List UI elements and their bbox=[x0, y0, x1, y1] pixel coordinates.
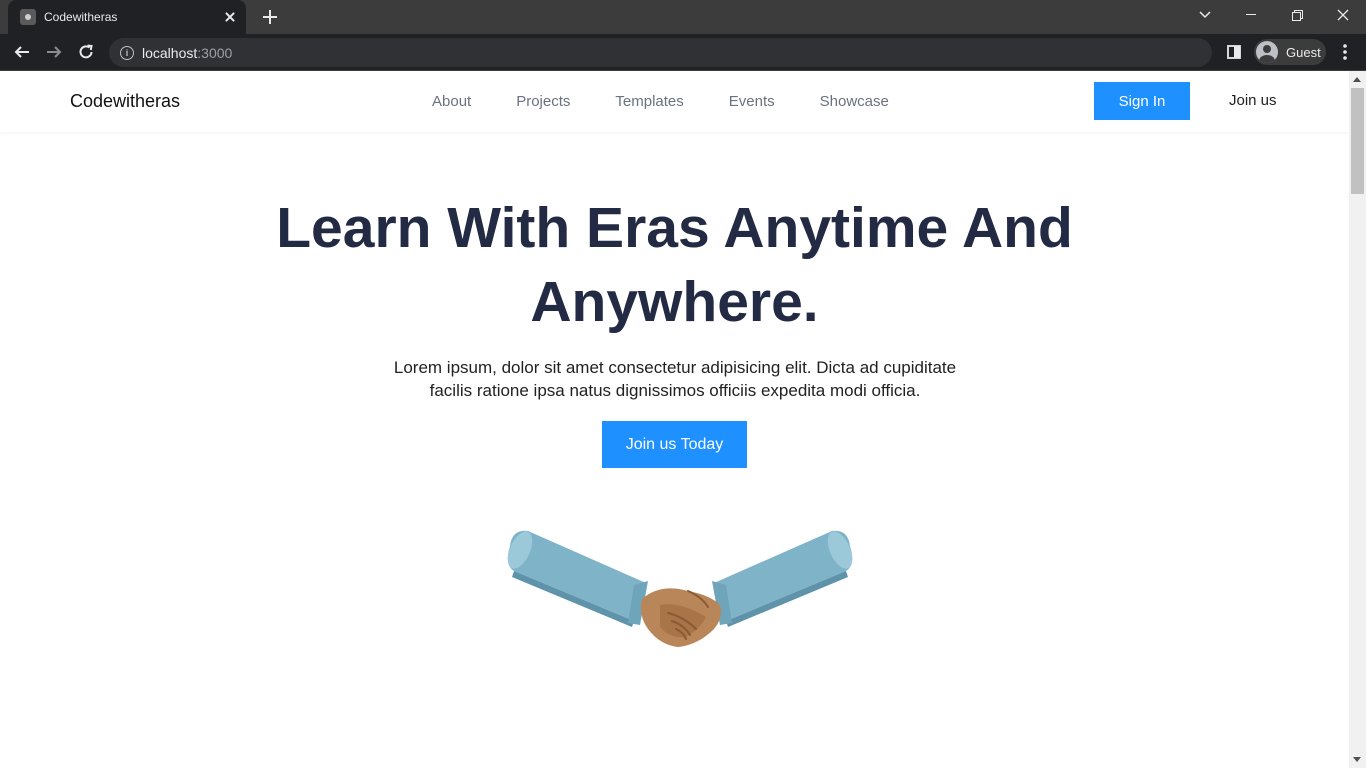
scrollbar-thumb[interactable] bbox=[1351, 88, 1364, 194]
scroll-down-arrow-icon[interactable] bbox=[1353, 757, 1361, 762]
nav-link-events[interactable]: Events bbox=[729, 93, 775, 110]
brand-logo-text[interactable]: Codewitheras bbox=[70, 91, 180, 112]
hero-title-line2: Anywhere. bbox=[530, 270, 819, 334]
nav-links: About Projects Templates Events Showcase bbox=[432, 93, 934, 110]
close-tab-icon[interactable] bbox=[222, 9, 238, 25]
scroll-up-arrow-icon[interactable] bbox=[1353, 77, 1361, 82]
browser-toolbar: i localhost:3000 Guest bbox=[0, 34, 1366, 71]
tab-title: Codewitheras bbox=[44, 10, 118, 24]
address-host: localhost bbox=[142, 44, 198, 61]
menu-kebab-icon[interactable] bbox=[1333, 40, 1357, 64]
reload-icon[interactable] bbox=[74, 40, 98, 64]
browser-tab[interactable]: Codewitheras bbox=[8, 0, 246, 34]
browser-tabstrip: Codewitheras bbox=[0, 0, 1366, 34]
hero-description: Lorem ipsum, dolor sit amet consectetur … bbox=[370, 356, 980, 402]
handshake-illustration bbox=[507, 530, 853, 647]
vertical-scrollbar[interactable] bbox=[1349, 71, 1366, 768]
back-icon[interactable] bbox=[10, 40, 34, 64]
join-us-today-button[interactable]: Join us Today bbox=[602, 421, 747, 468]
nav-link-projects[interactable]: Projects bbox=[516, 93, 570, 110]
avatar-icon bbox=[1256, 41, 1278, 63]
hero-description-line1: Lorem ipsum, dolor sit amet consectetur … bbox=[393, 358, 957, 377]
nav-link-showcase[interactable]: Showcase bbox=[820, 93, 889, 110]
restore-icon[interactable] bbox=[1274, 0, 1320, 30]
profile-button[interactable]: Guest bbox=[1254, 39, 1326, 65]
minimize-icon[interactable] bbox=[1228, 0, 1274, 30]
nav-link-templates[interactable]: Templates bbox=[615, 93, 683, 110]
favicon-icon bbox=[20, 9, 36, 25]
new-tab-icon[interactable] bbox=[261, 8, 279, 26]
address-bar[interactable]: i localhost:3000 bbox=[109, 38, 1212, 67]
hero-title-line1: Learn With Eras Anytime And bbox=[276, 196, 1073, 260]
site-navbar: Codewitheras About Projects Templates Ev… bbox=[0, 71, 1349, 132]
profile-label: Guest bbox=[1286, 44, 1321, 60]
sign-in-button[interactable]: Sign In bbox=[1094, 82, 1190, 120]
join-us-link[interactable]: Join us bbox=[1229, 92, 1277, 109]
tab-search-icon[interactable] bbox=[1182, 0, 1228, 30]
page-viewport: Codewitheras About Projects Templates Ev… bbox=[0, 71, 1349, 768]
nav-link-about[interactable]: About bbox=[432, 93, 471, 110]
forward-icon[interactable] bbox=[42, 40, 66, 64]
hero-title: Learn With Eras Anytime And Anywhere. bbox=[0, 191, 1349, 339]
side-panel-icon[interactable] bbox=[1222, 40, 1246, 64]
address-port: :3000 bbox=[197, 44, 233, 61]
hero-description-line2: facilis ratione ipsa natus dignissimos o… bbox=[429, 381, 921, 400]
close-window-icon[interactable] bbox=[1320, 0, 1366, 30]
site-info-icon[interactable]: i bbox=[120, 45, 134, 60]
